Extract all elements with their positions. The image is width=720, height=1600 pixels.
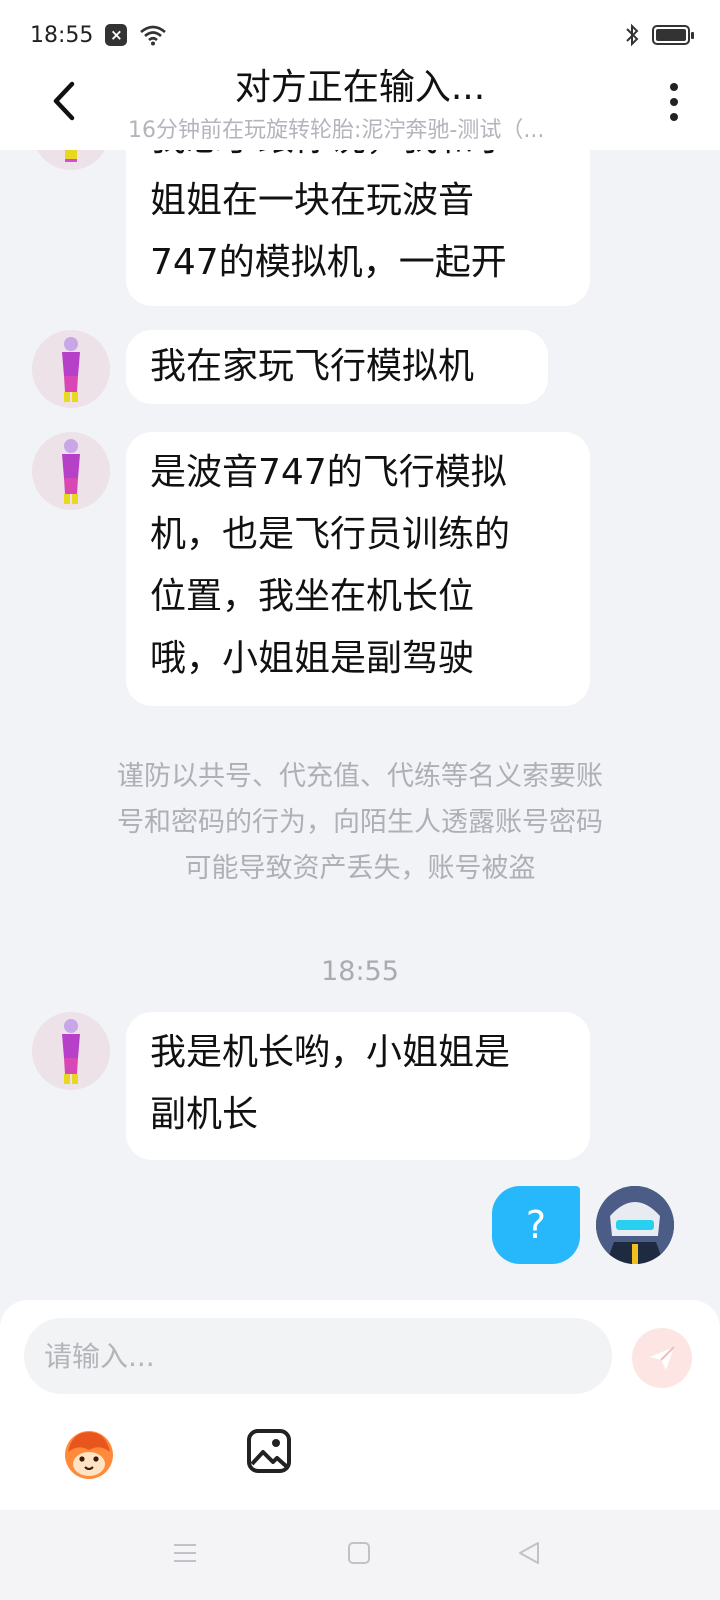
message-timestamp: 18:55 <box>321 956 399 987</box>
avatar[interactable] <box>32 330 110 408</box>
notice-line: 号和密码的行为，向陌生人透露账号密码 <box>117 807 603 838</box>
battery-icon <box>652 25 694 45</box>
message-line: 我想了跟你说，我和小 <box>150 150 566 170</box>
message-line: 副机长 <box>150 1094 259 1135</box>
menu-icon[interactable] <box>172 1540 198 1566</box>
chat-header: 对方正在输入... 16分钟前在玩旋转轮胎:泥泞奔驰-测试（... <box>0 50 720 150</box>
message-bubble[interactable]: 是波音747的飞行模拟 机，也是飞行员训练的 位置，我坐在机长位 哦，小姐姐是副… <box>126 432 590 706</box>
send-button[interactable] <box>632 1328 692 1388</box>
message-line: 哦，小姐姐是副驾驶 <box>150 638 475 679</box>
send-icon <box>650 1346 675 1370</box>
chat-title: 对方正在输入... <box>234 67 486 108</box>
message-line: 是波音747的飞行模拟 <box>150 452 507 493</box>
message-text: 我在家玩飞行模拟机 <box>150 346 475 387</box>
home-icon[interactable] <box>346 1540 372 1566</box>
chat-subtitle: 16分钟前在玩旋转轮胎:泥泞奔驰-测试（... <box>128 118 545 143</box>
input-panel <box>0 1300 720 1510</box>
wifi-icon <box>140 25 167 46</box>
notice-line: 可能导致资产丢失，账号被盗 <box>184 853 536 884</box>
status-time: 18:55 <box>30 22 94 48</box>
message-line: 位置，我坐在机长位 <box>150 576 475 617</box>
back-triangle-icon[interactable] <box>516 1540 542 1566</box>
more-vertical-icon[interactable] <box>666 82 682 122</box>
notice-line: 谨防以共号、代充值、代练等名义索要账 <box>117 761 603 792</box>
notification-x-icon: × <box>105 24 128 46</box>
avatar[interactable] <box>32 1012 110 1090</box>
avatar[interactable] <box>32 150 110 170</box>
message-bubble[interactable]: 我在家玩飞行模拟机 <box>126 330 548 404</box>
message-line: 747的模拟机，一起开 <box>150 242 507 283</box>
message-line: 我是机长哟，小姐姐是 <box>150 1032 511 1073</box>
message-line: 机，也是飞行员训练的 <box>150 514 511 555</box>
safety-notice: 谨防以共号、代充值、代练等名义索要账 号和密码的行为，向陌生人透露账号密码 可能… <box>60 754 660 892</box>
system-nav-bar <box>0 1510 720 1600</box>
bluetooth-icon <box>626 23 639 47</box>
my-avatar[interactable] <box>596 1186 674 1264</box>
image-icon[interactable] <box>246 1428 292 1474</box>
message-bubble[interactable]: 我是机长哟，小姐姐是 副机长 <box>126 1012 590 1160</box>
chat-area[interactable]: 我想了跟你说，我和小 姐姐在一块在玩波音 747的模拟机，一起开 我在家玩飞行模… <box>0 150 720 1300</box>
message-bubble[interactable]: 我想了跟你说，我和小 姐姐在一块在玩波音 747的模拟机，一起开 <box>126 150 590 306</box>
my-message-bubble[interactable]: ? <box>492 1186 580 1264</box>
message-line: 姐姐在一块在玩波音 <box>150 180 475 221</box>
message-input[interactable] <box>24 1318 612 1394</box>
avatar[interactable] <box>32 432 110 510</box>
my-message-text: ? <box>525 1203 547 1247</box>
emoji-icon[interactable] <box>60 1426 118 1484</box>
